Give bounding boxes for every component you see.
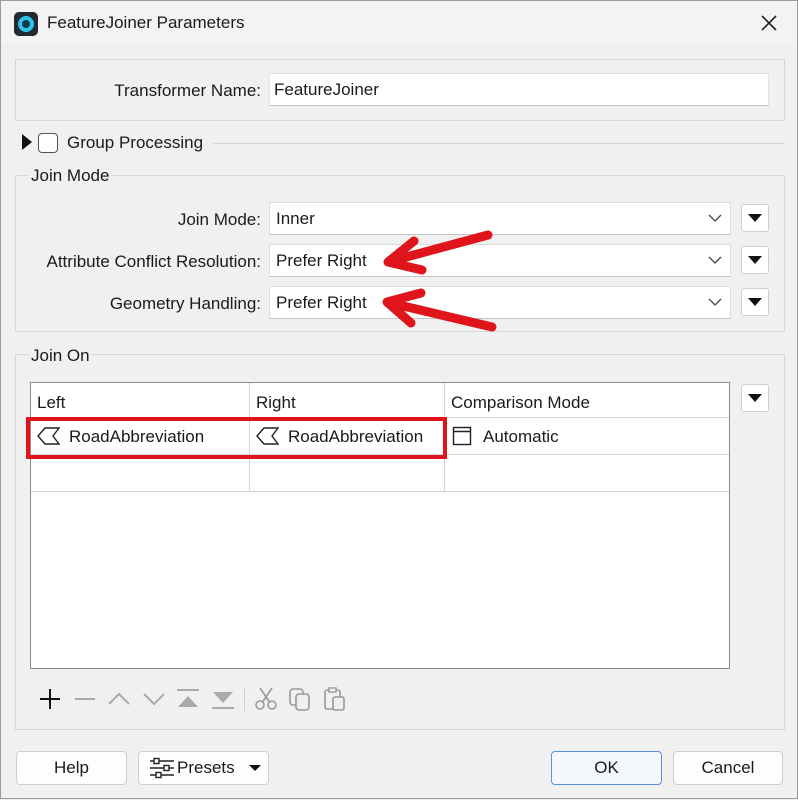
cancel-button[interactable]: Cancel xyxy=(673,751,783,785)
cancel-button-label: Cancel xyxy=(701,758,755,777)
ok-button[interactable]: OK xyxy=(551,751,662,785)
move-up-icon[interactable] xyxy=(106,686,132,712)
table-row-empty[interactable] xyxy=(31,455,729,491)
geometry-handling-select[interactable]: Prefer Right xyxy=(269,286,731,319)
join-mode-label: Join Mode: xyxy=(177,210,261,229)
table-row[interactable]: RoadAbbreviation RoadAbbreviation Automa… xyxy=(31,418,729,454)
ok-button-label: OK xyxy=(594,758,619,777)
chevron-down-icon xyxy=(708,298,722,306)
triangle-down-icon xyxy=(748,214,762,222)
title-bar: FeatureJoiner Parameters xyxy=(1,1,797,45)
transformer-name-label: Transformer Name: xyxy=(114,81,261,100)
cut-icon[interactable] xyxy=(253,686,279,712)
group-processing-divider xyxy=(213,143,785,144)
group-processing-checkbox[interactable] xyxy=(38,133,58,153)
triangle-down-icon xyxy=(748,256,762,264)
paste-icon[interactable] xyxy=(322,686,348,712)
left-attribute-value[interactable]: RoadAbbreviation xyxy=(69,427,204,447)
sliders-icon xyxy=(150,757,174,779)
expand-triangle-icon[interactable] xyxy=(21,133,33,151)
move-bottom-icon[interactable] xyxy=(210,686,236,712)
conflict-resolution-value: Prefer Right xyxy=(276,251,367,270)
column-header-right[interactable]: Right xyxy=(256,393,296,413)
triangle-down-icon xyxy=(248,765,261,771)
group-processing-label: Group Processing xyxy=(67,133,204,152)
window-icon xyxy=(452,426,472,446)
presets-button-label: Presets xyxy=(177,758,235,777)
move-down-icon[interactable] xyxy=(141,686,167,712)
conflict-resolution-menu-button[interactable] xyxy=(741,246,769,274)
attribute-icon xyxy=(256,427,280,445)
geometry-handling-menu-button[interactable] xyxy=(741,288,769,316)
dialog-window: FeatureJoiner Parameters Transformer Nam… xyxy=(0,0,798,799)
join-mode-value: Inner xyxy=(276,209,315,228)
add-icon[interactable] xyxy=(37,686,63,712)
conflict-resolution-label: Attribute Conflict Resolution: xyxy=(46,252,262,271)
fme-app-icon xyxy=(14,12,38,36)
join-on-menu-button[interactable] xyxy=(741,384,769,412)
remove-icon[interactable] xyxy=(72,686,98,712)
join-on-table: Left Right Comparison Mode RoadAbbreviat… xyxy=(30,382,730,669)
join-mode-section-title: Join Mode xyxy=(29,166,112,186)
toolbar-separator xyxy=(244,687,245,711)
join-mode-select[interactable]: Inner xyxy=(269,202,731,235)
attribute-icon xyxy=(37,427,61,445)
window-title: FeatureJoiner Parameters xyxy=(47,13,245,32)
join-on-section-title: Join On xyxy=(29,346,92,366)
chevron-down-icon xyxy=(708,256,722,264)
triangle-down-icon xyxy=(748,298,762,306)
close-icon xyxy=(761,15,777,31)
close-button[interactable] xyxy=(755,9,783,37)
conflict-resolution-select[interactable]: Prefer Right xyxy=(269,244,731,277)
chevron-down-icon xyxy=(708,214,722,222)
transformer-name-input[interactable]: FeatureJoiner xyxy=(269,73,769,106)
row-divider xyxy=(31,491,729,492)
copy-icon[interactable] xyxy=(287,686,313,712)
presets-button[interactable]: Presets xyxy=(138,751,269,785)
help-button-label: Help xyxy=(54,758,89,777)
right-attribute-value[interactable]: RoadAbbreviation xyxy=(288,427,423,447)
comparison-mode-value[interactable]: Automatic xyxy=(483,427,559,447)
geometry-handling-label: Geometry Handling: xyxy=(109,294,261,313)
column-header-comparison-mode[interactable]: Comparison Mode xyxy=(451,393,590,413)
move-top-icon[interactable] xyxy=(175,686,201,712)
column-header-left[interactable]: Left xyxy=(37,393,65,413)
geometry-handling-value: Prefer Right xyxy=(276,293,367,312)
triangle-down-icon xyxy=(748,394,762,402)
help-button[interactable]: Help xyxy=(16,751,127,785)
join-mode-menu-button[interactable] xyxy=(741,204,769,232)
